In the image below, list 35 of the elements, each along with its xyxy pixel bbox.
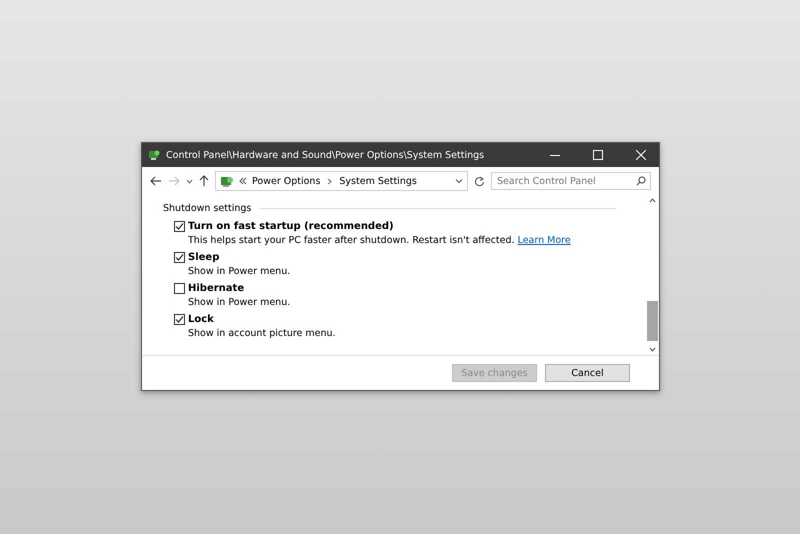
computer-app-icon [148, 149, 160, 161]
option-description: Show in Power menu. [187, 296, 292, 310]
breadcrumb[interactable]: System Settings [339, 176, 417, 186]
back-arrow-icon[interactable] [150, 176, 162, 186]
double-chevron-icon [239, 177, 247, 185]
checkbox[interactable] [174, 314, 185, 325]
option-description: Show in Power menu. [187, 265, 292, 279]
scroll-down-icon[interactable] [649, 347, 656, 352]
option-label[interactable]: Turn on fast startup (recommended) [188, 221, 394, 232]
close-icon [636, 150, 646, 160]
scroll-up-icon[interactable] [649, 198, 656, 203]
maximize-icon [592, 150, 602, 160]
section-heading: Shutdown settings [163, 203, 252, 214]
learn-more-link[interactable]: Learn More [518, 235, 571, 246]
search-icon [636, 176, 646, 186]
checkbox[interactable] [174, 221, 185, 232]
breadcrumb[interactable]: Power Options [252, 176, 320, 186]
checkbox[interactable] [174, 252, 185, 263]
option-description: This helps start your PC faster after shutdown. Restart isn't affected. Learn More [187, 234, 572, 248]
dropdown-caret-icon[interactable] [186, 178, 193, 184]
scrollbar-thumb[interactable] [647, 301, 658, 341]
option-label[interactable]: Lock [188, 314, 214, 325]
window-title: Control Panel\Hardware and Sound\Power Options\System Settings [166, 150, 486, 160]
cancel-button[interactable]: Cancel [545, 364, 630, 382]
refresh-icon[interactable] [474, 176, 485, 186]
option-label[interactable]: Sleep [188, 252, 220, 263]
chevron-right-icon [325, 176, 334, 186]
up-arrow-icon[interactable] [199, 175, 209, 187]
option-label[interactable]: Hibernate [188, 283, 244, 294]
address-bar[interactable]: Power Options System Settings [215, 171, 468, 191]
computer-app-icon [220, 174, 234, 188]
dropdown-caret-icon[interactable] [455, 177, 463, 185]
search-field[interactable]: Search Control Panel [491, 172, 651, 190]
checkbox[interactable] [174, 283, 185, 294]
option-description: Show in account picture menu. [187, 327, 337, 341]
